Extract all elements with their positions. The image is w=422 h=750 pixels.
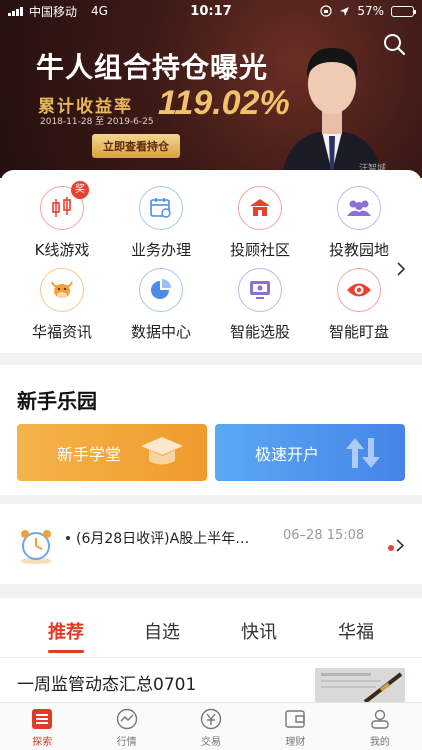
people-icon <box>337 186 381 230</box>
person-photo <box>282 48 382 178</box>
reward-badge: 奖 <box>71 181 89 199</box>
unread-dot <box>388 545 394 551</box>
document-pen-icon <box>315 668 405 702</box>
tab-flash-news[interactable]: 快讯 <box>219 618 299 644</box>
grid-item-data-center[interactable]: 数据中心 <box>111 268 211 342</box>
trade-icon <box>200 708 222 730</box>
active-tab-indicator <box>48 650 84 653</box>
feed-section: 推荐 自选 快讯 华福 一周监管动态汇总0701 <box>0 598 422 702</box>
grid-item-label: 数据中心 <box>130 323 191 341</box>
explore-icon <box>32 709 53 729</box>
ticker-time: 06–28 15:08 <box>283 528 365 543</box>
candlestick-icon: 奖 <box>40 181 89 230</box>
nav-trade[interactable]: 交易 <box>169 703 253 750</box>
ticker-headline: (6月28日收评)A股上半年… <box>76 531 250 547</box>
button-label: 极速开户 <box>255 444 320 464</box>
nav-explore[interactable]: 探索 <box>0 703 84 750</box>
grid-item-label: K线游戏 <box>34 241 90 259</box>
nav-market[interactable]: 行情 <box>84 703 168 750</box>
novice-section: 新手乐园 新手学堂 极速开户 <box>0 365 422 495</box>
house-icon <box>238 186 282 230</box>
wallet-icon <box>285 710 306 728</box>
nav-label: 行情 <box>116 737 137 748</box>
promo-banner[interactable]: 中国移动 4G 10:17 57% 牛人组合持仓曝光 累计收益率 119.02%… <box>0 0 422 178</box>
nav-label: 理财 <box>285 737 306 748</box>
grid-item-label: 业务办理 <box>130 241 191 259</box>
quick-account-button[interactable]: 极速开户 <box>215 424 405 481</box>
graduation-cap-icon <box>141 437 183 465</box>
nav-label: 我的 <box>369 737 390 748</box>
nav-profile[interactable]: 我的 <box>338 703 422 750</box>
novice-school-button[interactable]: 新手学堂 <box>17 424 207 481</box>
profile-icon <box>371 709 389 729</box>
tab-huafu[interactable]: 华福 <box>316 618 396 644</box>
grid-item-smart-monitor[interactable]: 智能盯盘 <box>309 268 409 342</box>
eye-icon <box>337 268 381 312</box>
bottom-nav: 探索 行情 交易 理财 我的 <box>0 702 422 750</box>
grid-item-business[interactable]: 业务办理 <box>111 186 211 260</box>
grid-item-smart-stock-picking[interactable]: 智能选股 <box>210 268 310 342</box>
calendar-icon <box>139 186 183 230</box>
section-title: 新手乐园 <box>17 389 97 413</box>
grid-item-label: 投教园地 <box>328 241 389 259</box>
transfer-arrows-icon <box>346 438 380 468</box>
nav-label: 探索 <box>32 737 53 748</box>
tab-recommend[interactable]: 推荐 <box>26 618 106 644</box>
nav-label: 交易 <box>201 737 222 748</box>
pie-chart-icon <box>139 268 183 312</box>
tab-watchlist[interactable]: 自选 <box>122 618 202 644</box>
grid-item-label: 智能选股 <box>229 323 290 341</box>
banner-date-range: 2018-11-28 至 2019-6-25 <box>40 117 154 127</box>
grid-item-k-line-game[interactable]: 奖 K线游戏 <box>12 181 112 260</box>
banner-title: 牛人组合持仓曝光 <box>36 51 269 84</box>
status-bar: 中国移动 4G 10:17 57% <box>0 0 422 22</box>
grid-item-news[interactable]: 华福资讯 <box>12 268 112 342</box>
article-title[interactable]: 一周监管动态汇总0701 <box>17 670 196 695</box>
article-thumbnail[interactable] <box>315 668 405 702</box>
news-ticker[interactable]: (6月28日收评)A股上半年… 06–28 15:08 <box>0 504 422 584</box>
grid-item-label: 智能盯盘 <box>328 323 389 341</box>
nav-wealth[interactable]: 理财 <box>253 703 337 750</box>
button-label: 新手学堂 <box>57 444 122 464</box>
banner-rate: 119.02% <box>158 84 290 122</box>
cow-icon <box>40 268 84 312</box>
feature-grid: 奖 K线游戏 业务办理 投顾社区 投教园地 华福资讯 数据中心 智能选股 智能盯… <box>0 170 422 353</box>
chevron-right-icon[interactable] <box>396 539 404 552</box>
battery-icon <box>391 5 416 17</box>
chart-line-icon <box>116 708 137 730</box>
grid-item-advisor-community[interactable]: 投顾社区 <box>210 186 310 260</box>
monitor-icon <box>238 268 282 312</box>
grid-item-label: 投顾社区 <box>229 241 290 259</box>
grid-item-education[interactable]: 投教园地 <box>309 186 409 260</box>
view-holdings-button[interactable]: 立即查看持仓 <box>92 134 180 158</box>
clock: 10:17 <box>190 3 232 19</box>
alarm-clock-icon <box>20 530 52 564</box>
feed-tabs: 推荐 自选 快讯 华福 <box>0 598 422 658</box>
bullet-dot <box>66 536 70 540</box>
grid-item-label: 华福资讯 <box>31 323 92 341</box>
